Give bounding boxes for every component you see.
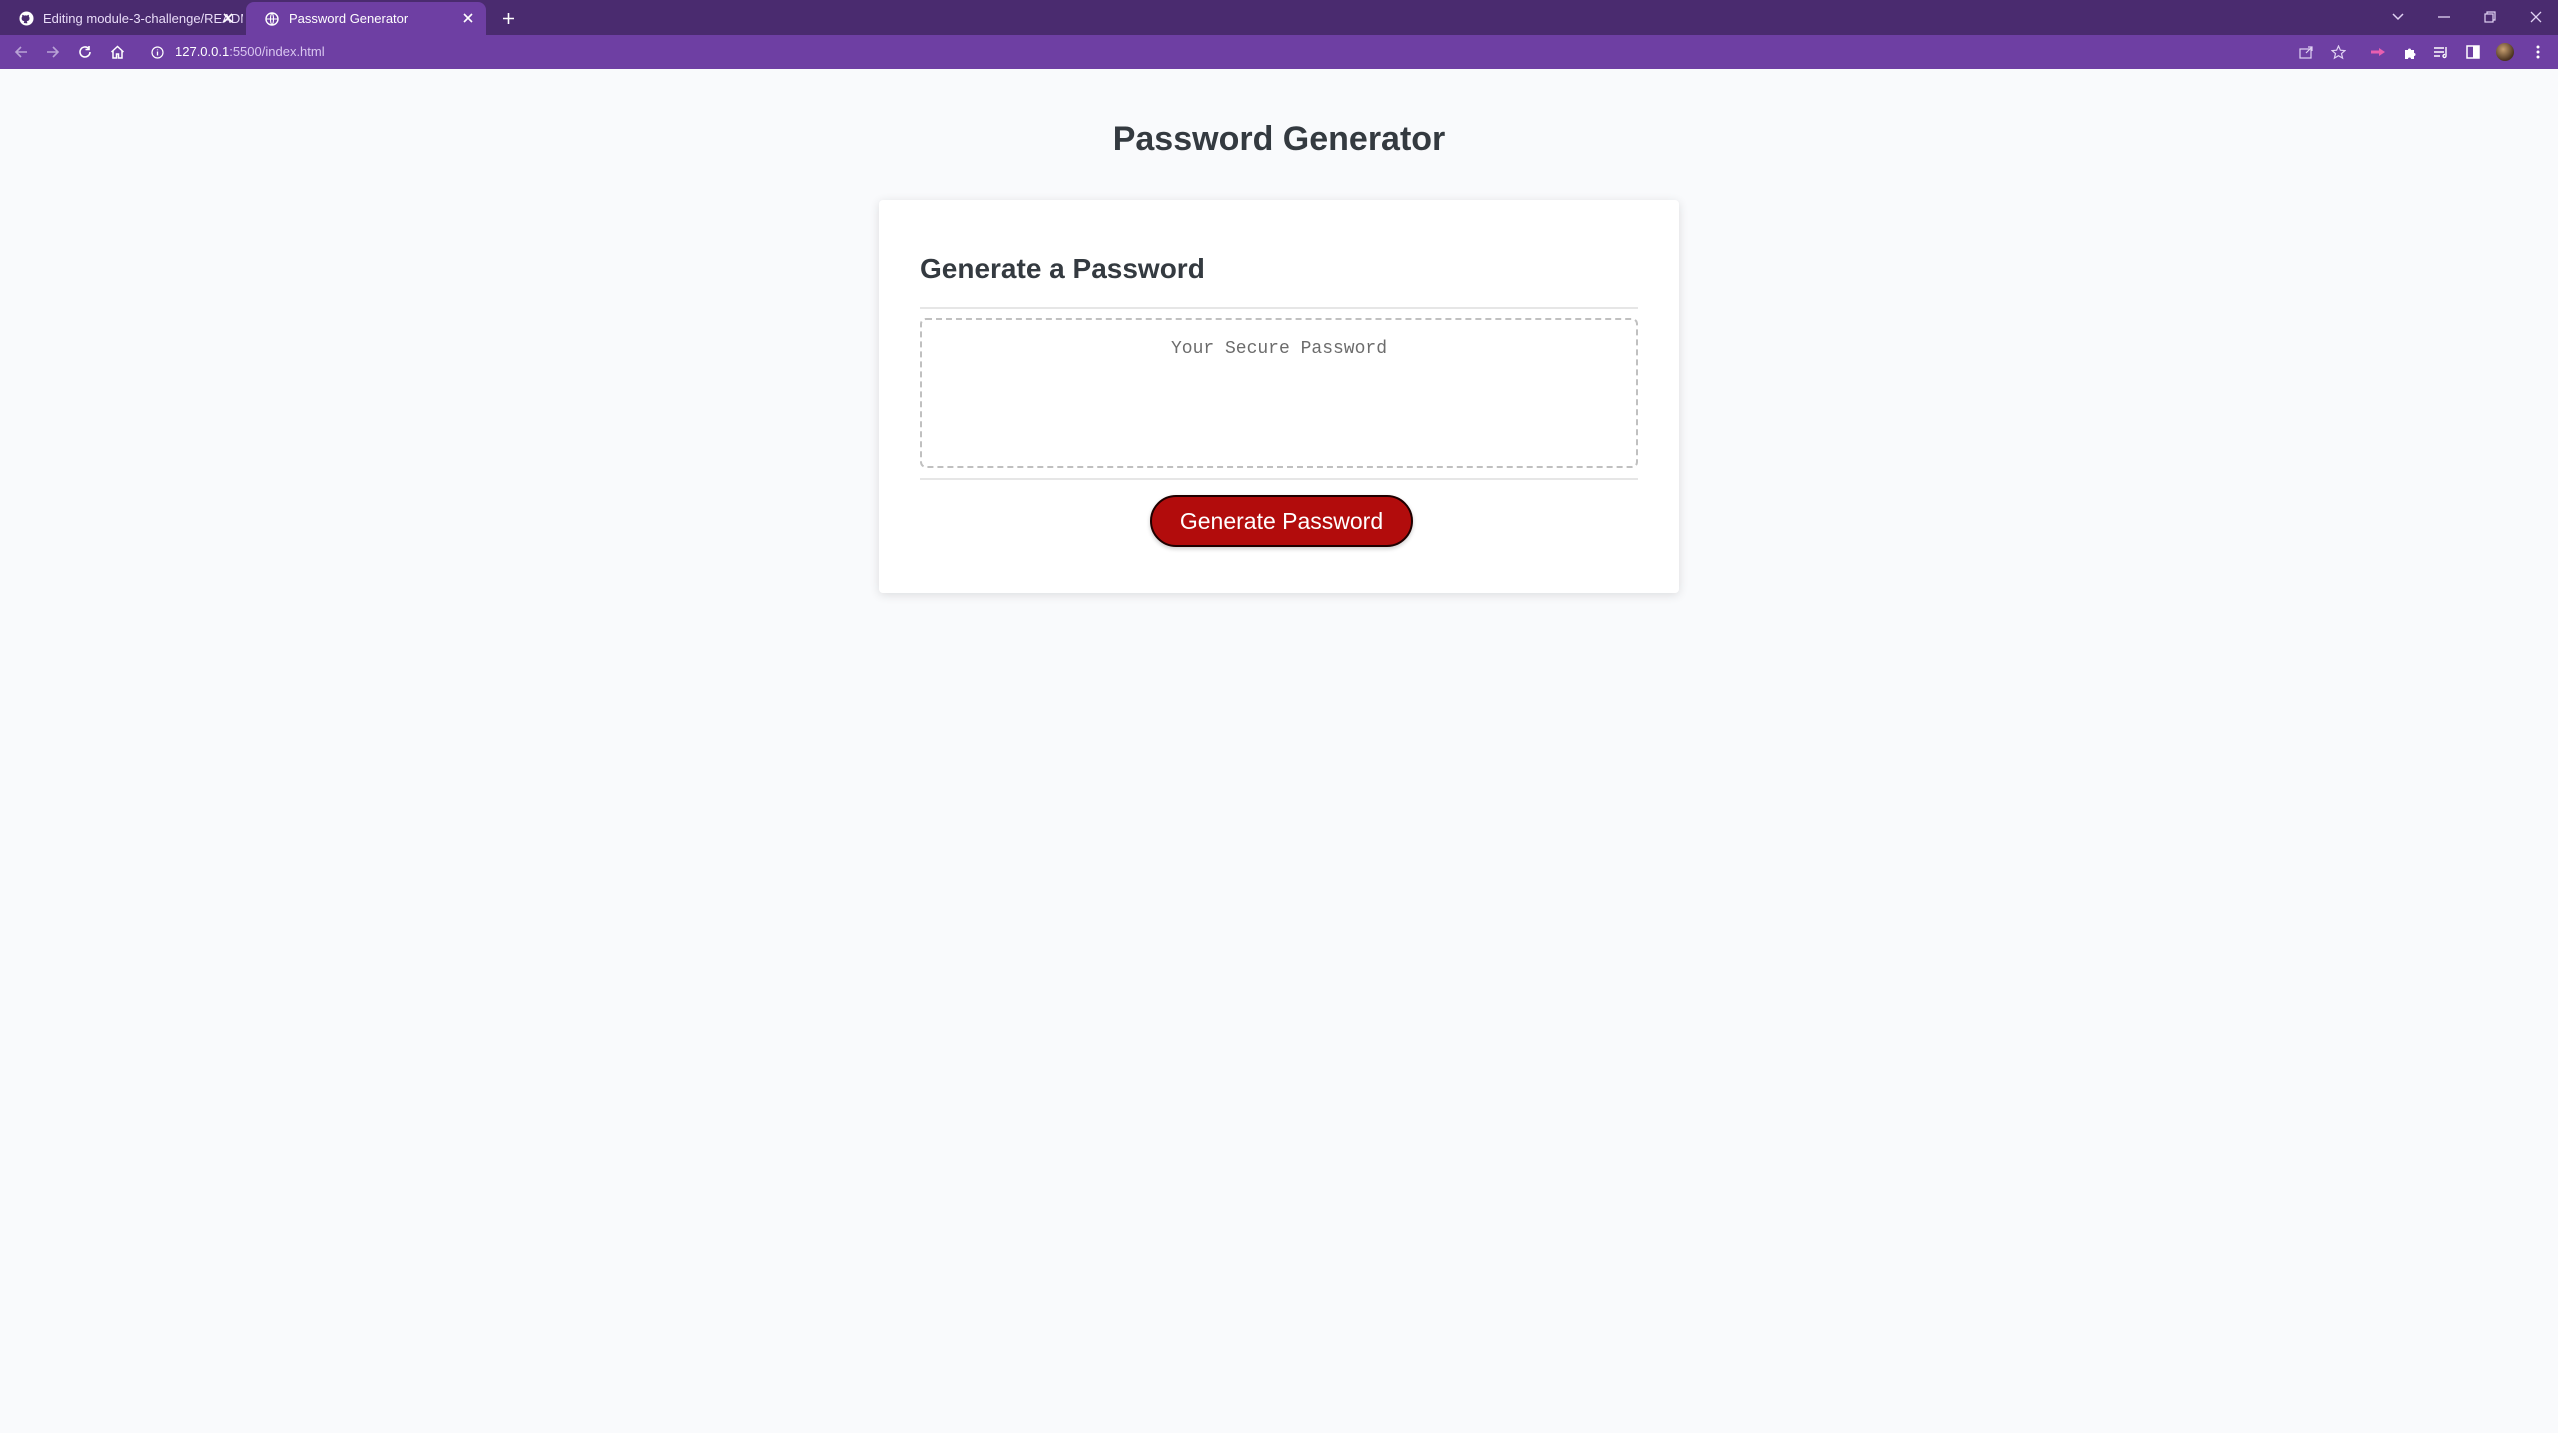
- extensions-puzzle-icon[interactable]: [2400, 42, 2420, 62]
- card-header: Generate a Password: [920, 253, 1205, 284]
- more-menu-icon[interactable]: [2528, 42, 2548, 62]
- github-icon: [18, 11, 34, 27]
- browser-tab-strip: Editing module-3-challenge/README.md Pas…: [0, 0, 2558, 35]
- close-tab-icon[interactable]: [220, 10, 236, 26]
- tab-title: Password Generator: [289, 11, 409, 26]
- generate-password-button[interactable]: Generate Password: [1150, 495, 1413, 547]
- browser-toolbar: 127.0.0.1:5500/index.html: [0, 35, 2558, 69]
- url-path: :5500/index.html: [229, 44, 325, 59]
- close-window-icon[interactable]: [2523, 4, 2549, 30]
- reload-icon[interactable]: [75, 42, 95, 62]
- forward-icon[interactable]: [43, 42, 63, 62]
- password-card: Generate a Password Generate Password: [879, 200, 1679, 593]
- password-output[interactable]: [920, 318, 1638, 468]
- tab-title: Editing module-3-challenge/README.md: [43, 11, 243, 26]
- minimize-icon[interactable]: [2431, 4, 2457, 30]
- bookmark-star-icon[interactable]: [2328, 42, 2348, 62]
- restore-icon[interactable]: [2477, 4, 2503, 30]
- extension-arrow-icon[interactable]: [2368, 42, 2388, 62]
- card-header-divider: [920, 307, 1638, 309]
- tab-password-generator[interactable]: Password Generator: [246, 2, 486, 35]
- new-tab-icon[interactable]: [498, 8, 518, 28]
- side-panel-icon[interactable]: [2463, 42, 2483, 62]
- avatar: [2496, 43, 2514, 61]
- globe-icon: [264, 11, 280, 27]
- url-text: 127.0.0.1:5500/index.html: [175, 44, 325, 59]
- site-info-icon[interactable]: [149, 44, 165, 60]
- reading-list-icon[interactable]: [2431, 42, 2451, 62]
- page-title: Password Generator: [1112, 120, 1446, 158]
- url-host: 127.0.0.1: [175, 44, 230, 59]
- tab-search-chevron-icon[interactable]: [2385, 4, 2411, 30]
- profile-avatar[interactable]: [2495, 42, 2515, 62]
- close-tab-icon[interactable]: [460, 10, 476, 26]
- home-icon[interactable]: [107, 42, 127, 62]
- share-icon[interactable]: [2296, 42, 2316, 62]
- address-bar[interactable]: 127.0.0.1:5500/index.html: [145, 39, 2340, 65]
- card-footer-divider: [920, 478, 1638, 480]
- back-icon[interactable]: [11, 42, 31, 62]
- tab-editing-readme[interactable]: Editing module-3-challenge/README.md: [0, 2, 246, 35]
